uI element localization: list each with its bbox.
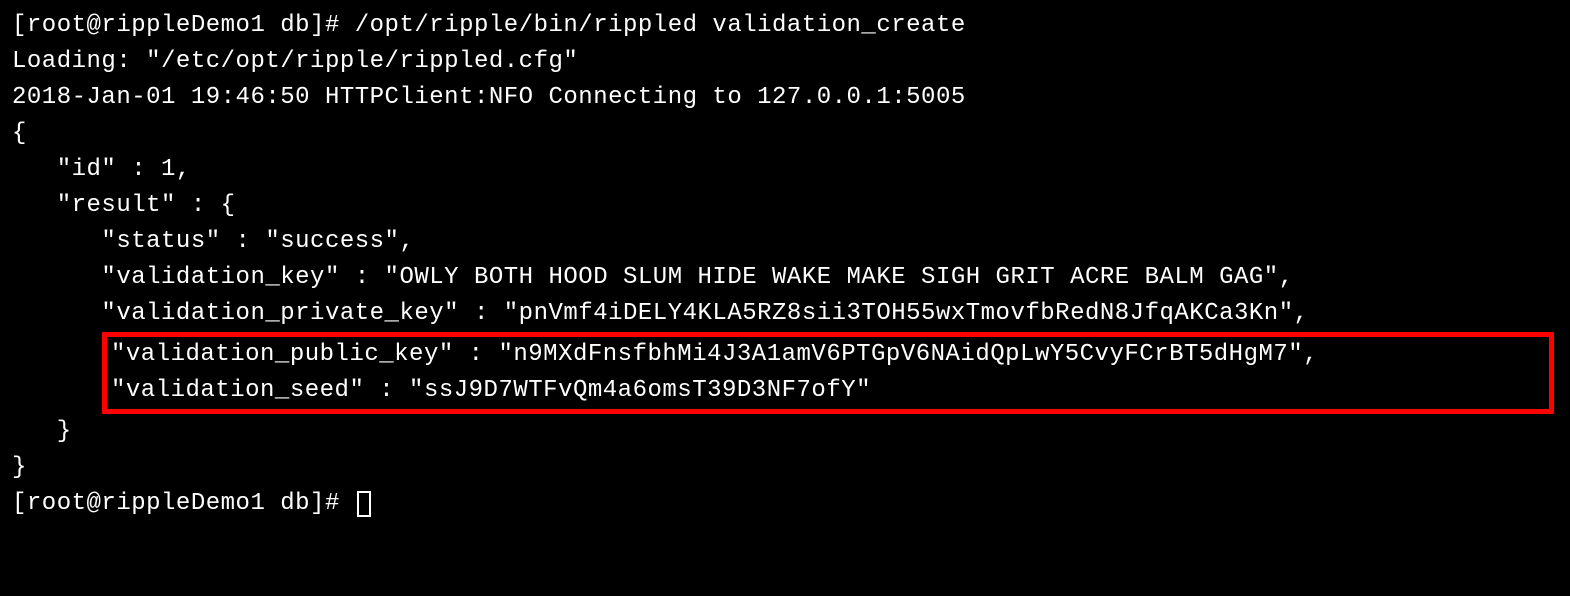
json-seed-line: "validation_seed" : "ssJ9D7WTFvQm4a6omsT… xyxy=(111,373,1545,409)
json-result-close: } xyxy=(12,414,1558,450)
json-result-open: "result" : { xyxy=(12,188,1558,224)
json-status-line: "status" : "success", xyxy=(12,224,1558,260)
json-open-brace: { xyxy=(12,116,1558,152)
loading-line: Loading: "/etc/opt/ripple/rippled.cfg" xyxy=(12,44,1558,80)
cursor-icon xyxy=(357,491,371,517)
json-validation-key-line: "validation_key" : "OWLY BOTH HOOD SLUM … xyxy=(12,260,1558,296)
command-line: [root@rippleDemo1 db]# /opt/ripple/bin/r… xyxy=(12,8,1558,44)
json-close-brace: } xyxy=(12,450,1558,486)
prompt-line[interactable]: [root@rippleDemo1 db]# xyxy=(12,486,1558,522)
json-id-line: "id" : 1, xyxy=(12,152,1558,188)
json-public-key-line: "validation_public_key" : "n9MXdFnsfbhMi… xyxy=(111,337,1545,373)
prompt-text: [root@rippleDemo1 db]# xyxy=(12,490,355,517)
highlighted-keys-box: "validation_public_key" : "n9MXdFnsfbhMi… xyxy=(102,332,1554,414)
connecting-line: 2018-Jan-01 19:46:50 HTTPClient:NFO Conn… xyxy=(12,80,1558,116)
json-private-key-line: "validation_private_key" : "pnVmf4iDELY4… xyxy=(12,296,1558,332)
